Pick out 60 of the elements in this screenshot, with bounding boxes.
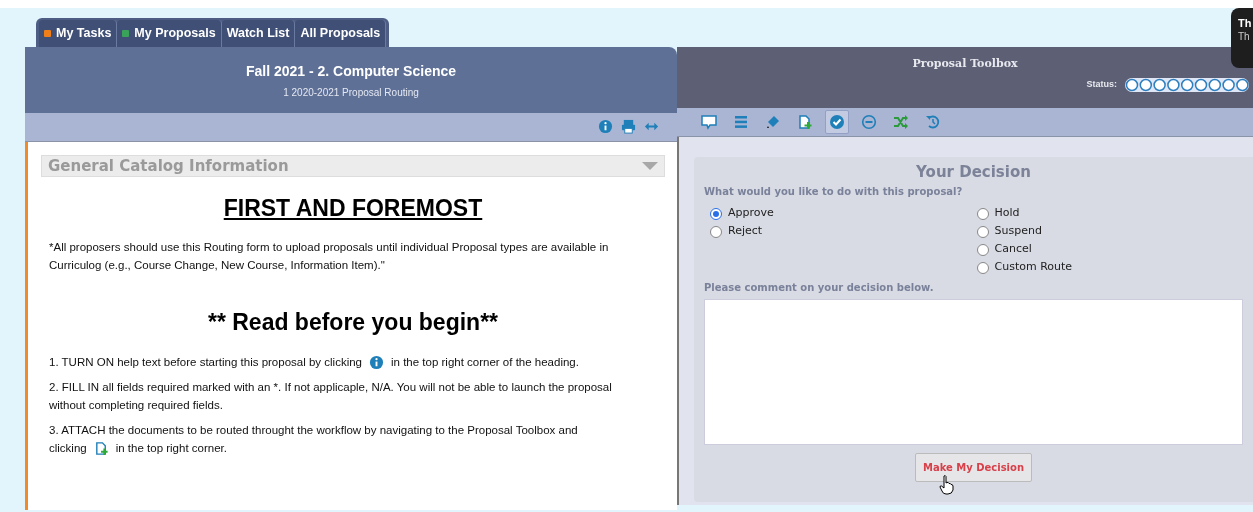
tooltip-text: Th [1238, 16, 1253, 31]
instruction-text: in the top right corner of the heading. [391, 355, 579, 371]
radio-option[interactable]: Approve [710, 204, 977, 223]
info-icon [369, 355, 384, 371]
tab[interactable]: My Proposals [117, 20, 222, 47]
radio-button[interactable] [976, 207, 989, 220]
minus-circle-icon [861, 114, 877, 130]
tooltip-text: Th [1238, 30, 1251, 44]
tab[interactable]: Watch List [221, 20, 296, 47]
radio-option[interactable]: Custom Route [976, 258, 1243, 277]
question-label: What would you like to do with this proposal? [704, 184, 964, 199]
radio-option[interactable]: Reject [710, 222, 977, 241]
decision-title: Your Decision [915, 162, 1032, 183]
tab-label: My Proposals [134, 25, 216, 42]
option-label: Reject [728, 223, 763, 240]
check-circle-button[interactable] [825, 110, 849, 134]
comment-label: Please comment on your decision below. [704, 280, 935, 295]
radio-button[interactable] [710, 225, 722, 238]
list-icon [733, 114, 749, 130]
option-label: Cancel [994, 241, 1032, 258]
subheading: ** Read before you begin** [207, 308, 499, 335]
check-circle-icon [829, 114, 845, 130]
attach-file-icon [93, 440, 109, 456]
comment-icon [701, 114, 717, 130]
proposal-subtitle: 1 2020-2021 Proposal Routing [282, 85, 420, 100]
status-progress-icon [1125, 77, 1249, 92]
radio-button[interactable] [976, 243, 989, 256]
instruction-text: 2. FILL IN all fields required marked with an *. If not applicaple, N/A. You will not be able to launch the proposal without completing required fields. [49, 379, 613, 414]
status-label: Status: [1086, 77, 1117, 91]
tab[interactable]: All Proposals [295, 20, 387, 47]
attach-file-icon [797, 114, 813, 130]
option-label: Suspend [994, 223, 1042, 240]
instruction-text: in the top right corner. [115, 440, 227, 456]
option-label: Hold [994, 205, 1020, 222]
shuffle-icon [893, 114, 909, 130]
tab-label: My Tasks [56, 25, 112, 42]
print-icon[interactable] [621, 119, 636, 135]
proposal-title: Fall 2021 - 2. Computer Science [244, 61, 458, 81]
toolbox-title: Proposal Toolbox [911, 56, 1019, 72]
pencil-icon [765, 114, 781, 130]
info-icon[interactable] [598, 119, 613, 135]
tab[interactable]: My Tasks [39, 20, 118, 47]
radio-option[interactable]: Suspend [976, 222, 1243, 241]
comment-field[interactable] [704, 298, 1243, 445]
radio-option[interactable]: Hold [976, 204, 1243, 223]
hand-cursor-icon [938, 474, 955, 495]
history-icon [925, 114, 941, 130]
radio-button[interactable] [976, 225, 989, 238]
radio-button[interactable] [976, 261, 989, 274]
make-decision-button[interactable]: Make My Decision [914, 452, 1033, 482]
section-title: General Catalog Information [48, 155, 289, 177]
radio-option[interactable]: Cancel [976, 240, 1243, 259]
heading: FIRST AND FOREMOST [223, 194, 483, 221]
intro-paragraph: *All proposers should use this Routing form to upload proposals until individual Proposal types are available in Curriculog (e.g., Course Change, New Course, Information Item)." [49, 240, 610, 274]
option-label: Approve [728, 205, 774, 222]
instruction-text: clicking [49, 440, 87, 456]
instruction-text: 3. ATTACH the documents to be routed throught the workflow by navigating to the Proposal Toolbox and [49, 422, 578, 438]
option-label: Custom Route [994, 259, 1073, 276]
radio-button[interactable] [710, 207, 722, 220]
instruction-text: 1. TURN ON help text before starting this proposal by clicking [49, 355, 362, 371]
